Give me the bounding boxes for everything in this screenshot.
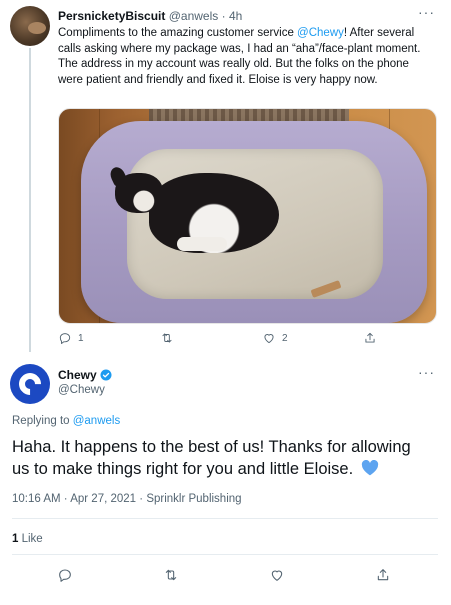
reply-tweet-more-menu[interactable]: ··· <box>418 4 435 20</box>
divider-bottom <box>12 554 438 555</box>
main-tweet-source[interactable]: Sprinklr Publishing <box>146 493 241 505</box>
persnicketybiscuit-avatar[interactable] <box>10 6 50 46</box>
divider-top <box>12 518 438 519</box>
reply-action-like[interactable]: 2 <box>262 331 288 345</box>
meta-separator-1: · <box>63 493 68 505</box>
reply-icon <box>59 333 71 345</box>
retweet-icon <box>162 333 172 343</box>
main-action-reply[interactable] <box>57 567 73 588</box>
main-action-like[interactable] <box>269 567 285 588</box>
verified-badge-icon <box>100 369 112 381</box>
reply-action-share[interactable] <box>363 331 377 345</box>
main-author-name[interactable]: Chewy <box>58 368 97 382</box>
reply-author-name[interactable]: PersnicketyBiscuit <box>58 9 165 23</box>
main-author-name-row[interactable]: Chewy <box>58 368 112 382</box>
reply-time[interactable]: 4h <box>229 9 242 23</box>
chewy-avatar[interactable] <box>10 364 50 404</box>
main-tweet-more-menu[interactable]: ··· <box>418 364 435 380</box>
heart-icon <box>271 570 283 581</box>
thread-connector-line <box>29 48 31 352</box>
reply-icon <box>59 569 71 582</box>
heart-icon <box>264 334 274 344</box>
mention-chewy-link[interactable]: @Chewy <box>297 27 344 39</box>
likes-label: Like <box>21 533 43 545</box>
tweet-photo-dog-in-bed[interactable] <box>58 108 437 324</box>
reply-author-handle[interactable]: @anwels <box>169 9 219 23</box>
meta-separator-2: · <box>139 493 144 505</box>
likes-summary[interactable]: 1 Like <box>12 533 43 545</box>
main-tweet-text: Haha. It happens to the best of us! Than… <box>12 436 432 480</box>
main-tweet-date[interactable]: Apr 27, 2021 <box>70 493 136 505</box>
main-action-retweet[interactable] <box>163 567 179 588</box>
reply-count: 1 <box>78 332 84 344</box>
reply-tweet-header: PersnicketyBiscuit @anwels · 4h <box>58 9 242 23</box>
avatar-dog-snout <box>28 22 46 34</box>
chewy-logo-icon <box>14 368 46 400</box>
share-icon <box>377 569 389 581</box>
photo-dog-paw <box>177 237 227 251</box>
blue-heart-icon <box>362 460 379 476</box>
like-count: 2 <box>282 332 288 344</box>
main-tweet-meta: 10:16 AM · Apr 27, 2021 · Sprinklr Publi… <box>12 493 242 505</box>
reply-action-retweet[interactable] <box>160 331 180 345</box>
reply-text-part1: Compliments to the amazing customer serv… <box>58 27 298 39</box>
retweet-icon <box>165 569 177 581</box>
share-icon <box>365 332 375 343</box>
reply-time-separator: · <box>221 9 226 23</box>
main-tweet-body: Haha. It happens to the best of us! Than… <box>12 438 411 478</box>
replying-to: Replying to @anwels <box>12 415 120 427</box>
likes-count: 1 <box>12 533 19 545</box>
main-action-share[interactable] <box>375 567 391 588</box>
main-author-handle[interactable]: @Chewy <box>58 384 105 396</box>
reply-tweet-text: Compliments to the amazing customer serv… <box>58 26 434 88</box>
replying-handle-link[interactable]: @anwels <box>73 415 120 427</box>
photo-dog-head <box>115 173 163 213</box>
replying-prefix: Replying to <box>12 415 73 427</box>
reply-action-reply[interactable]: 1 <box>58 331 84 345</box>
main-tweet-time[interactable]: 10:16 AM <box>12 493 61 505</box>
